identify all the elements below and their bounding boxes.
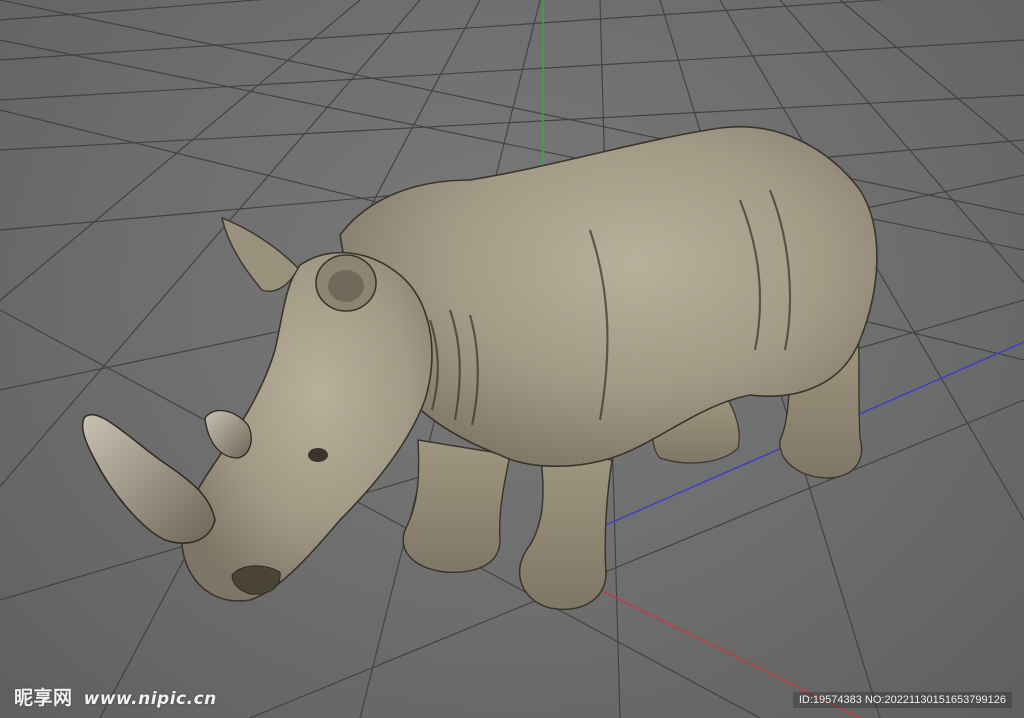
rhino-ear-left [221, 216, 299, 292]
rhino-model[interactable] [81, 126, 878, 611]
rhino-front-leg-near [519, 449, 613, 611]
rhino-front-leg-far [402, 439, 511, 573]
watermark-logo: 昵享网 www.nipic.cn [14, 683, 217, 710]
watermark-id: ID:19574383 NO:20221130151653799126 [792, 692, 1012, 708]
3d-viewport[interactable]: 昵享网 www.nipic.cn ID:19574383 NO:20221130… [0, 0, 1024, 718]
watermark-logo-text: 昵享网 [14, 687, 73, 709]
watermark-site: www.nipic.cn [83, 689, 217, 709]
scene-canvas[interactable] [0, 0, 1024, 718]
rhino-eye [308, 448, 328, 462]
rhino-front-horn [81, 413, 216, 544]
